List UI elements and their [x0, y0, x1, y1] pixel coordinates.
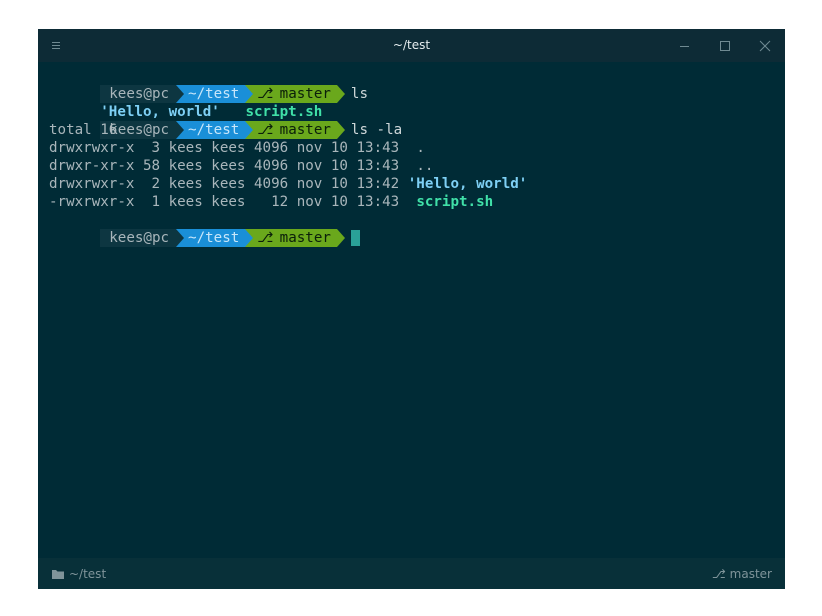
prompt-branch: master — [279, 122, 331, 138]
title-bar: ~/test — [38, 29, 785, 62]
terminal-window: ~/test kees@pc ~/test ⎇ master ls 'Hello, wo… — [38, 29, 785, 589]
file-meta: drwxrwxr-x 2 kees kees 4096 nov 10 13:42 — [49, 176, 400, 192]
output-line: 'Hello, world' script.sh — [49, 85, 322, 120]
status-bar: ~/test ⎇ master — [38, 558, 785, 589]
prompt-separator — [176, 229, 185, 247]
prompt-separator — [245, 121, 254, 139]
listing-row: -rwxrwxr-x 1 kees kees 12 nov 10 13:43 s… — [49, 193, 493, 211]
status-branch: master — [729, 567, 772, 581]
git-branch-icon: ⎇ — [257, 122, 274, 138]
prompt-line: kees@pc ~/test ⎇ master — [49, 211, 360, 247]
window-title: ~/test — [392, 38, 431, 52]
folder-icon — [51, 568, 65, 583]
file-name: .. — [416, 158, 434, 174]
maximize-icon[interactable] — [718, 38, 732, 52]
prompt-separator — [245, 229, 254, 247]
status-path: ~/test — [69, 567, 107, 581]
file-meta: drwxrwxr-x 3 kees kees 4096 nov 10 13:43 — [49, 140, 400, 156]
git-branch-icon: ⎇ — [257, 230, 274, 246]
prompt-branch-segment: ⎇ master — [253, 121, 337, 139]
prompt-line: kees@pc ~/test ⎇ master ls — [49, 67, 368, 103]
output-line: total 16 — [49, 122, 118, 138]
listing-row: drwxrwxr-x 3 kees kees 4096 nov 10 13:43… — [49, 139, 425, 157]
text-cursor[interactable] — [350, 230, 360, 246]
listing-row: drwxrwxr-x 2 kees kees 4096 nov 10 13:42… — [49, 175, 527, 193]
prompt-path: ~/test — [184, 229, 246, 247]
close-icon[interactable] — [758, 38, 772, 52]
prompt-separator — [336, 85, 345, 103]
prompt-path: ~/test — [184, 121, 246, 139]
prompt-separator — [176, 121, 185, 139]
prompt-user: kees@pc — [100, 229, 177, 247]
prompt-branch-segment: ⎇ master — [253, 229, 337, 247]
command-text: ls — [350, 86, 368, 102]
file-meta: -rwxrwxr-x 1 kees kees 12 nov 10 13:43 — [49, 194, 400, 210]
directory-name: 'Hello, world' — [407, 176, 528, 192]
executable-name: script.sh — [416, 194, 494, 210]
file-meta: drwxr-xr-x 58 kees kees 4096 nov 10 13:4… — [49, 158, 400, 174]
minimize-icon[interactable] — [678, 38, 692, 52]
listing-row: drwxr-xr-x 58 kees kees 4096 nov 10 13:4… — [49, 157, 433, 175]
prompt-branch: master — [279, 230, 331, 246]
status-path-item[interactable]: ~/test — [51, 567, 106, 583]
git-branch-icon: ⎇ — [711, 567, 726, 581]
prompt-separator — [336, 121, 345, 139]
file-name: . — [416, 140, 425, 156]
prompt-line: kees@pc ~/test ⎇ master ls -la — [49, 103, 402, 139]
command-text: ls -la — [350, 122, 403, 138]
prompt-separator — [336, 229, 345, 247]
terminal-output[interactable]: kees@pc ~/test ⎇ master ls 'Hello, world' sc… — [38, 62, 785, 558]
status-branch-item[interactable]: ⎇ master — [712, 567, 772, 581]
